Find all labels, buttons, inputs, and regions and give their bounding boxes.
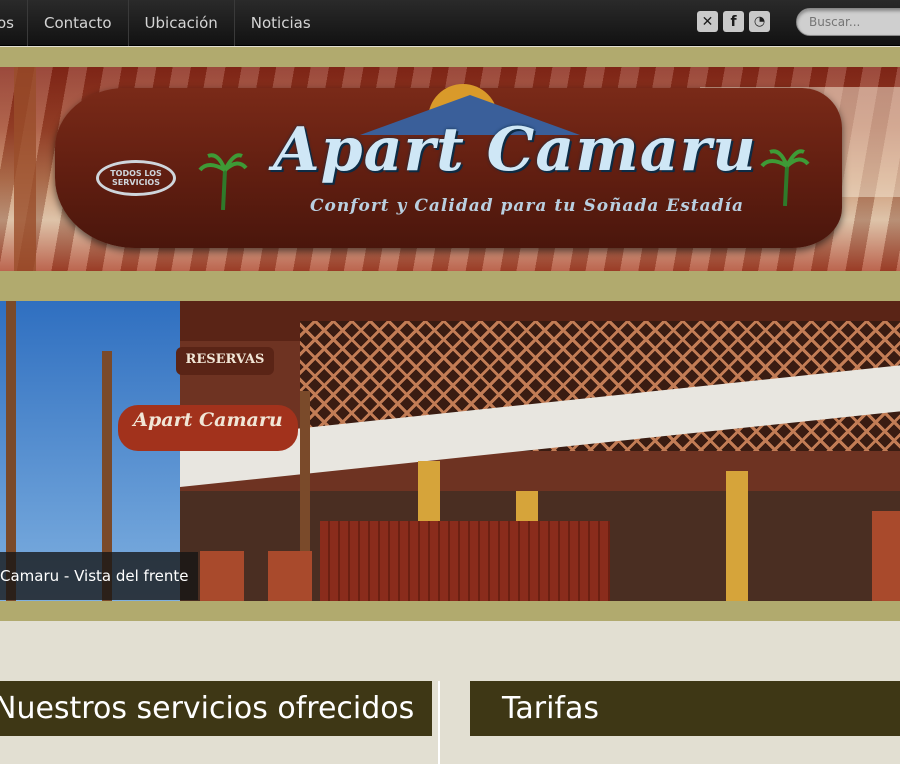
banner-title: Apart Camaru (273, 115, 757, 185)
hero-sign: Apart Camaru (118, 405, 298, 451)
x-icon[interactable]: ✕ (697, 11, 718, 32)
hero-pillar (200, 551, 244, 601)
nav-item-servicios[interactable]: os (0, 0, 28, 46)
hero-pillar (268, 551, 312, 601)
social-links: ✕ f ◔ (697, 11, 770, 32)
reservas-sign: RESERVAS (176, 347, 274, 375)
nav-item-noticias[interactable]: Noticias (235, 0, 327, 46)
top-navbar: os Contacto Ubicación Noticias ✕ f ◔ (0, 0, 900, 46)
search-input[interactable] (796, 8, 900, 36)
services-badge: TODOS LOS SERVICIOS (96, 160, 176, 196)
column-divider (438, 681, 440, 764)
hero-column (726, 471, 748, 601)
facebook-icon[interactable]: f (723, 11, 744, 32)
hero-gate (320, 521, 610, 601)
rates-heading: Tarifas (470, 681, 900, 736)
nav-item-ubicacion[interactable]: Ubicación (129, 0, 235, 46)
banner-subtitle: Confort y Calidad para tu Soñada Estadía (309, 196, 745, 216)
main-nav: os Contacto Ubicación Noticias (0, 0, 327, 46)
banner-post (14, 67, 36, 271)
slide-caption: Camaru - Vista del frente (0, 552, 198, 600)
nav-item-contacto[interactable]: Contacto (28, 0, 129, 46)
hero-pillar (872, 511, 900, 601)
olive-band-top (0, 47, 900, 67)
olive-band-bottom (0, 601, 900, 621)
services-heading: Nuestros servicios ofrecidos (0, 681, 432, 736)
olive-band-middle (0, 271, 900, 301)
rss-icon[interactable]: ◔ (749, 11, 770, 32)
